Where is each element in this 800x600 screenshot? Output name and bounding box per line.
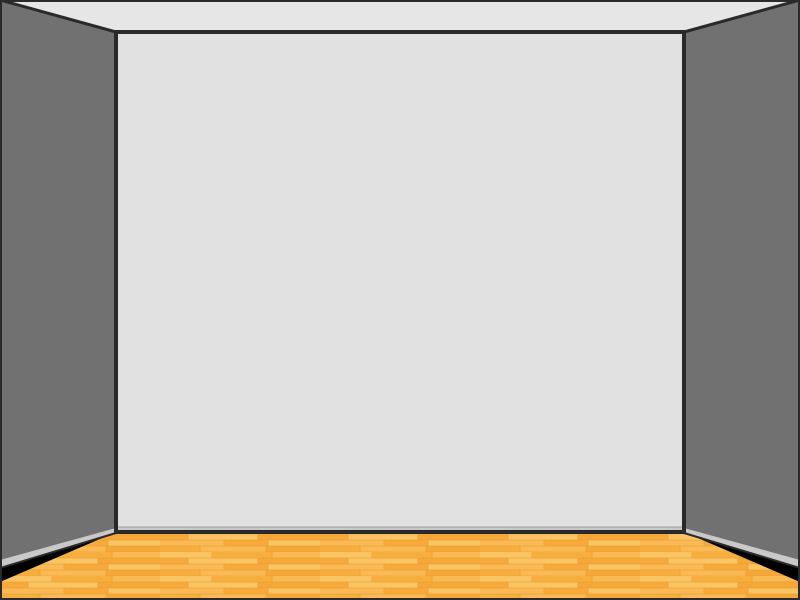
- ceiling: [0, 0, 800, 32]
- back-wall: [116, 32, 684, 532]
- right-wall: [684, 0, 800, 568]
- left-wall: [0, 0, 116, 568]
- wood-floor: [0, 532, 800, 600]
- room-canvas: [0, 0, 800, 600]
- room-scene: [0, 0, 800, 600]
